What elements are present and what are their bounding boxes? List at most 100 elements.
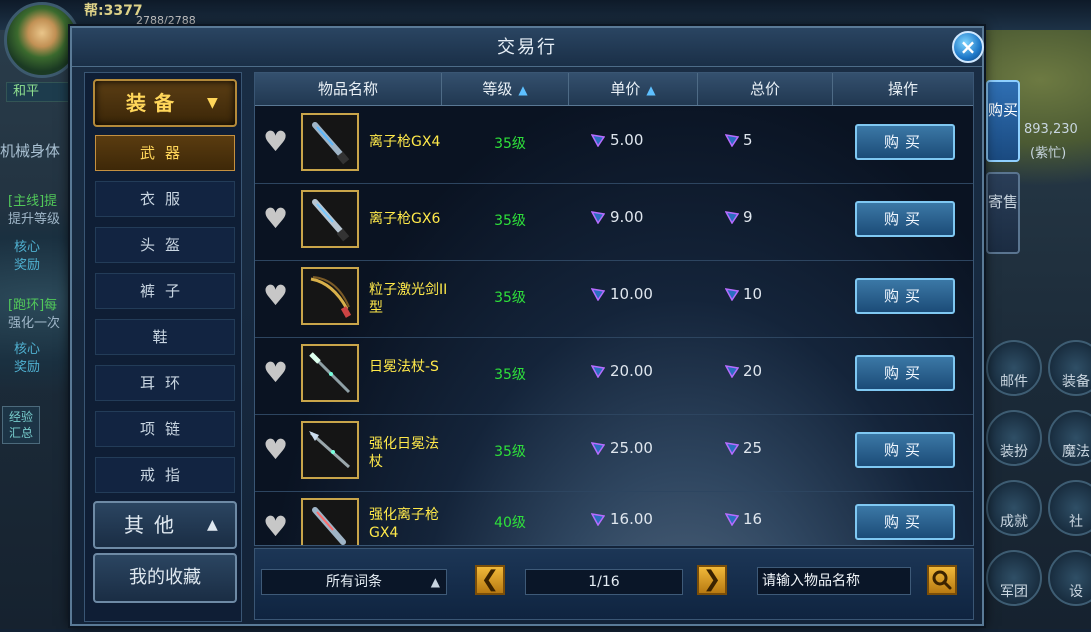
category-shoes[interactable]: 鞋: [95, 319, 235, 355]
header-level[interactable]: 等级 ▲: [442, 73, 569, 105]
buy-button[interactable]: 购买: [855, 278, 955, 314]
trade-dialog: 交易行 × 装备 ▼ 武器 衣服 头盔 裤子 鞋 耳环 项链 戒指 其他 ▲ 我…: [70, 26, 984, 626]
hud-top-number: 帮:3377: [84, 3, 143, 19]
staff-icon[interactable]: [301, 421, 359, 479]
my-favorites-button[interactable]: 我的收藏: [93, 553, 237, 603]
dialog-title-bar: 交易行: [72, 28, 982, 67]
header-action-label: 操作: [887, 80, 918, 98]
quest-reward-text[interactable]: 核心: [14, 236, 40, 255]
item-name: 日冕法杖-S: [369, 359, 439, 375]
item-level: 35级: [494, 290, 526, 306]
category-other-header[interactable]: 其他 ▲: [93, 501, 237, 549]
total-price: 25: [743, 439, 763, 457]
category-pants[interactable]: 裤子: [95, 273, 235, 309]
close-icon[interactable]: ×: [952, 31, 984, 63]
favorite-heart-icon[interactable]: ♥: [263, 512, 293, 542]
header-unit-price[interactable]: 单价 ▲: [569, 73, 698, 105]
settings-label: 设: [1069, 584, 1083, 600]
equipment-label: 装备: [1062, 374, 1090, 390]
favorite-heart-icon[interactable]: ♥: [263, 281, 293, 311]
staff-icon[interactable]: [301, 344, 359, 402]
category-helmet[interactable]: 头盔: [95, 227, 235, 263]
total-price: 5: [743, 131, 753, 149]
sort-up-icon: ▲: [646, 83, 656, 97]
quest-text[interactable]: [主线]提: [8, 190, 57, 209]
category-equipment-label: 装备: [126, 91, 182, 115]
quest-reward-text[interactable]: 核心: [14, 338, 40, 357]
next-page-button[interactable]: ❯: [697, 565, 727, 595]
item-name: 强化日冕法杖: [369, 436, 439, 470]
crystal-currency-icon: [591, 288, 605, 301]
category-equipment-header[interactable]: 装备 ▼: [93, 79, 237, 127]
exp-summary-button[interactable]: 经验 汇总: [2, 406, 40, 444]
item-search-input[interactable]: [757, 567, 911, 595]
prev-page-button[interactable]: ❮: [475, 565, 505, 595]
legion-label: 军团: [1000, 584, 1028, 600]
favorite-heart-icon[interactable]: ♥: [263, 204, 293, 234]
crystal-currency-icon: [591, 365, 605, 378]
table-row[interactable]: ♥ 日冕法杖-S 35级 20.00 20 购买: [255, 338, 973, 415]
total-price: 20: [743, 362, 763, 380]
ion-gun-icon[interactable]: [301, 498, 359, 545]
pagination-bar: 所有词条 ▲ ❮ 1/16 ❯: [254, 548, 974, 620]
item-name: 粒子激光剑II型: [369, 282, 448, 316]
table-row[interactable]: ♥ 离子枪GX6 35级 9.00 9 购买: [255, 184, 973, 261]
crystal-currency-icon: [725, 288, 739, 301]
table-row[interactable]: ♥ 强化日冕法杖 35级 25.00 25 购买: [255, 415, 973, 492]
item-table: 物品名称 等级 ▲ 单价 ▲ 总价 操作 ♥ 离子枪GX4 35级 5.00 5 购…: [254, 72, 974, 546]
mail-button[interactable]: 邮件: [986, 340, 1042, 396]
unit-price: 5.00: [610, 131, 644, 149]
tab-buy[interactable]: 购买: [986, 80, 1020, 162]
crystal-currency-icon: [725, 211, 739, 224]
affix-filter-select[interactable]: 所有词条 ▲: [261, 569, 447, 595]
quest-reward-text[interactable]: 奖励: [14, 356, 40, 375]
item-level: 35级: [494, 367, 526, 383]
category-clothes[interactable]: 衣服: [95, 181, 235, 217]
unit-price: 16.00: [610, 510, 653, 528]
laser-sword-icon[interactable]: [301, 267, 359, 325]
buy-button[interactable]: 购买: [855, 432, 955, 468]
achievement-label: 成就: [1000, 514, 1028, 530]
table-header: 物品名称 等级 ▲ 单价 ▲ 总价 操作: [255, 73, 973, 106]
legion-button[interactable]: 军团: [986, 550, 1042, 606]
unit-price: 20.00: [610, 362, 653, 380]
chevron-left-icon: ❮: [480, 567, 500, 592]
quest-text[interactable]: [跑环]每: [8, 294, 57, 313]
buy-button[interactable]: 购买: [855, 504, 955, 540]
crystal-currency-icon: [725, 513, 739, 526]
chevron-right-icon: ❯: [702, 567, 722, 592]
ion-gun-icon[interactable]: [301, 190, 359, 248]
header-item-name-label: 物品名称: [317, 80, 378, 98]
header-item-name: 物品名称: [255, 73, 442, 105]
tab-sell[interactable]: 寄售: [986, 172, 1020, 254]
category-earring[interactable]: 耳环: [95, 365, 235, 401]
outfit-button[interactable]: 装扮: [986, 410, 1042, 466]
category-weapon[interactable]: 武器: [95, 135, 235, 171]
buy-button[interactable]: 购买: [855, 124, 955, 160]
table-row[interactable]: ♥ 粒子激光剑II型 35级 10.00 10 购买: [255, 261, 973, 338]
favorite-heart-icon[interactable]: ♥: [263, 358, 293, 388]
favorite-heart-icon[interactable]: ♥: [263, 435, 293, 465]
category-ring[interactable]: 戒指: [95, 457, 235, 493]
search-button[interactable]: [927, 565, 957, 595]
buy-button[interactable]: 购买: [855, 355, 955, 391]
player-avatar[interactable]: [4, 2, 80, 78]
quest-text: 提升等级: [8, 212, 61, 227]
page-indicator: 1/16: [525, 569, 683, 595]
peace-mode-selector[interactable]: 和平: [6, 82, 80, 102]
quest-reward-text[interactable]: 奖励: [14, 254, 40, 273]
achievement-button[interactable]: 成就: [986, 480, 1042, 536]
unit-price: 9.00: [610, 208, 644, 226]
category-panel: 装备 ▼ 武器 衣服 头盔 裤子 鞋 耳环 项链 戒指 其他 ▲ 我的收藏: [84, 72, 242, 622]
item-level: 35级: [494, 213, 526, 229]
unit-price: 10.00: [610, 285, 653, 303]
exp-summary-label: 汇总: [8, 426, 33, 440]
category-necklace[interactable]: 项链: [95, 411, 235, 447]
favorite-heart-icon[interactable]: ♥: [263, 127, 293, 157]
item-name: 强化离子枪GX4: [369, 507, 439, 541]
table-row[interactable]: ♥ 离子枪GX4 35级 5.00 5 购买: [255, 107, 973, 184]
ion-gun-icon[interactable]: [301, 113, 359, 171]
category-other-label: 其他: [124, 513, 184, 537]
table-row[interactable]: ♥ 强化离子枪GX4 40级 16.00 16 购买: [255, 492, 973, 545]
buy-button[interactable]: 购买: [855, 201, 955, 237]
